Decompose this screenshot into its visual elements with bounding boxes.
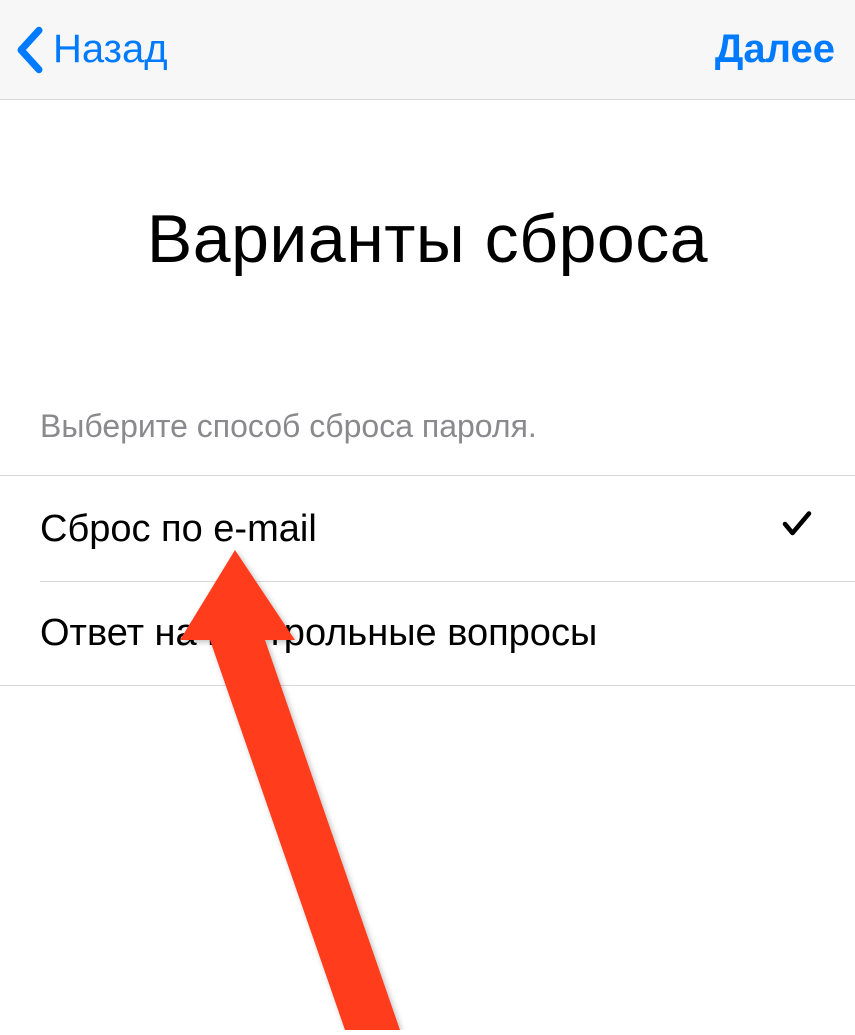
- check-icon: [779, 506, 815, 552]
- back-label: Назад: [53, 27, 168, 72]
- next-label: Далее: [715, 27, 835, 71]
- option-list: Сброс по e-mail Ответ на контрольные воп…: [0, 475, 855, 686]
- page-title: Варианты сброса: [0, 100, 855, 408]
- next-button[interactable]: Далее: [715, 27, 835, 72]
- option-label: Ответ на контрольные вопросы: [40, 612, 597, 655]
- back-button[interactable]: Назад: [15, 25, 168, 75]
- option-security-questions[interactable]: Ответ на контрольные вопросы: [0, 582, 855, 686]
- nav-bar: Назад Далее: [0, 0, 855, 100]
- option-label: Сброс по e-mail: [40, 508, 317, 551]
- option-email-reset[interactable]: Сброс по e-mail: [0, 476, 855, 582]
- section-label: Выберите способ сброса пароля.: [0, 408, 855, 475]
- chevron-left-icon: [15, 25, 45, 75]
